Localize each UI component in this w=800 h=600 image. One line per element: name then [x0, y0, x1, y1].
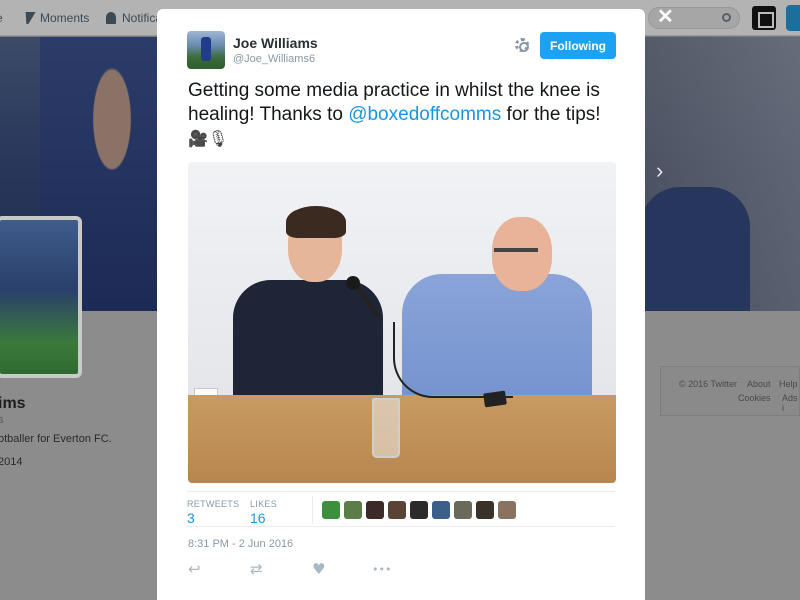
liker-avatar[interactable]: [498, 501, 516, 519]
author-name[interactable]: Joe Williams: [233, 35, 318, 51]
retweets-label: RETWEETS: [187, 499, 240, 509]
profile-handle: s: [0, 414, 4, 426]
tweet-text-part: for the tips!: [501, 104, 601, 125]
retweet-icon[interactable]: ⇄: [250, 560, 263, 578]
author-handle[interactable]: @Joe_Williams6: [233, 53, 315, 65]
stats-divider: [312, 496, 313, 524]
following-button[interactable]: Following: [540, 32, 616, 59]
footer-ads-link[interactable]: Ads i: [782, 393, 799, 413]
profile-joined: 2014: [0, 456, 23, 468]
profile-avatar[interactable]: [0, 216, 82, 378]
author-avatar[interactable]: [187, 31, 225, 69]
photo-person-interviewer-head: [492, 217, 552, 291]
profile-menu-icon[interactable]: [752, 6, 776, 30]
footer-about-link[interactable]: About: [747, 379, 771, 389]
close-icon[interactable]: ✕: [657, 4, 674, 29]
liker-avatar[interactable]: [344, 501, 362, 519]
photo-glasses: [494, 248, 538, 252]
bell-icon: [106, 12, 116, 24]
liker-avatar[interactable]: [410, 501, 428, 519]
tweet-modal: Joe Williams @Joe_Williams6 Following Ge…: [157, 9, 645, 600]
tweet-photo[interactable]: [188, 162, 616, 483]
tweet-actions: ↩ ⇄ ♥ •••: [188, 560, 448, 580]
photo-person-interviewee: [233, 280, 383, 410]
tweet-stats: RETWEETS 3 LIKES 16: [187, 491, 615, 527]
mention-link[interactable]: @boxedoffcomms: [348, 104, 501, 125]
camera-microphone-emoji: 🎥🎙: [188, 129, 229, 148]
like-icon[interactable]: ♥: [312, 560, 325, 578]
nav-moments[interactable]: Moments: [22, 11, 90, 25]
profile-bio: otballer for Everton FC.: [0, 433, 112, 445]
tweet-button[interactable]: [786, 5, 800, 31]
likes-label: LIKES: [250, 499, 278, 509]
liker-avatar[interactable]: [366, 501, 384, 519]
footer-links: © 2016 Twitter About Help Cookies Ads i: [660, 366, 800, 416]
photo-glass: [372, 398, 400, 458]
photo-cable: [393, 322, 513, 398]
liker-avatar[interactable]: [432, 501, 450, 519]
likers-list: [322, 501, 516, 519]
tweet-timestamp[interactable]: 8:31 PM - 2 Jun 2016: [188, 538, 293, 550]
gear-icon[interactable]: [515, 38, 529, 52]
retweets-count[interactable]: 3: [187, 510, 195, 526]
liker-avatar[interactable]: [454, 501, 472, 519]
chevron-right-icon[interactable]: ›: [656, 158, 663, 184]
lightning-icon: [22, 12, 36, 24]
footer-cookies-link[interactable]: Cookies: [738, 393, 771, 403]
more-icon[interactable]: •••: [372, 563, 391, 576]
banner-player-image-right: [640, 187, 750, 311]
footer-help-link[interactable]: Help: [779, 379, 798, 389]
liker-avatar[interactable]: [476, 501, 494, 519]
likes-count[interactable]: 16: [250, 510, 266, 526]
search-icon: [722, 13, 731, 22]
footer-copyright: © 2016 Twitter: [679, 379, 737, 389]
liker-avatar[interactable]: [322, 501, 340, 519]
nav-moments-label: Moments: [40, 11, 90, 25]
photo-microphone: [346, 276, 360, 290]
tweet-text: Getting some media practice in whilst th…: [188, 79, 618, 151]
reply-icon[interactable]: ↩: [188, 560, 201, 578]
nav-home[interactable]: e: [0, 11, 3, 25]
liker-avatar[interactable]: [388, 501, 406, 519]
photo-person-interviewee-hair: [286, 206, 346, 238]
profile-name: ims: [0, 395, 26, 412]
nav-home-label: e: [0, 11, 3, 25]
photo-table: [188, 395, 616, 483]
